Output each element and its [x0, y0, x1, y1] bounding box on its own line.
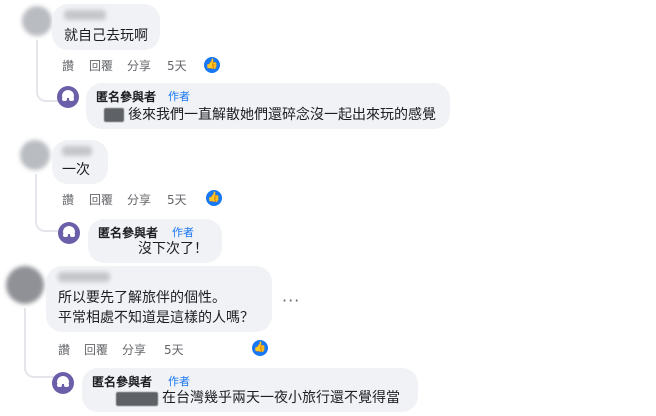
comment-bubble: 一次 [52, 140, 108, 184]
anonymous-avatar-icon[interactable] [52, 372, 74, 394]
reply-action[interactable]: 回覆 [89, 57, 113, 74]
reply-bubble: 匿名參與者 作者 在台灣幾乎兩天一夜小旅行還不覺得當 [82, 368, 418, 412]
comment-bubble: 就自己去玩啊 [52, 4, 160, 50]
reply-bubble: 匿名參與者 作者 沒下次了！ [88, 219, 222, 263]
reply-author-name[interactable]: 匿名參與者 [96, 88, 156, 105]
commenter-avatar[interactable] [22, 6, 52, 36]
author-badge: 作者 [172, 226, 194, 239]
commenter-avatar[interactable] [6, 266, 44, 304]
comment-text: 就自己去玩啊 [64, 28, 148, 44]
thumbs-up-icon[interactable]: 👍 [204, 57, 220, 73]
timestamp[interactable]: 5天 [167, 57, 187, 74]
commenter-name-redacted[interactable] [58, 272, 110, 282]
timestamp[interactable]: 5天 [164, 341, 184, 358]
author-badge: 作者 [168, 90, 190, 103]
like-action[interactable]: 讚 [62, 191, 74, 208]
reply-text: 沒下次了！ [138, 241, 208, 257]
like-action[interactable]: 讚 [62, 57, 74, 74]
thread-connector [35, 210, 59, 232]
reply-bubble: 匿名參與者 作者 後來我們一直解散她們還碎念沒一起出來玩的感覺 [86, 83, 450, 129]
thread-connector [36, 80, 58, 102]
reply-action[interactable]: 回覆 [89, 191, 113, 208]
thumbs-up-icon[interactable]: 👍 [252, 340, 268, 356]
anonymous-avatar-icon[interactable] [57, 86, 79, 108]
reply-text: 在台灣幾乎兩天一夜小旅行還不覺得當 [162, 390, 400, 406]
commenter-avatar[interactable] [20, 140, 50, 170]
author-badge: 作者 [168, 375, 190, 388]
comment-text-line1: 所以要先了解旅伴的個性。 [58, 290, 226, 306]
reply-action[interactable]: 回覆 [84, 341, 108, 358]
like-action[interactable]: 讚 [58, 341, 70, 358]
reply-text: 後來我們一直解散她們還碎念沒一起出來玩的感覺 [128, 107, 436, 123]
commenter-name-redacted[interactable] [62, 146, 92, 156]
comment-bubble: 所以要先了解旅伴的個性。 平常相處不知道是這樣的人嗎？ [46, 266, 272, 332]
comment-text: 一次 [62, 162, 90, 178]
reply-author-name[interactable]: 匿名參與者 [92, 373, 152, 390]
thread-connector [24, 356, 56, 378]
redacted-text [116, 392, 158, 406]
share-action[interactable]: 分享 [127, 57, 151, 74]
timestamp[interactable]: 5天 [167, 191, 187, 208]
redacted-text [104, 108, 124, 122]
more-options-icon[interactable]: ··· [282, 291, 300, 310]
thumbs-up-icon[interactable]: 👍 [206, 190, 222, 206]
share-action[interactable]: 分享 [122, 341, 146, 358]
anonymous-avatar-icon[interactable] [58, 222, 80, 244]
commenter-name-redacted[interactable] [64, 10, 106, 20]
share-action[interactable]: 分享 [127, 191, 151, 208]
comment-text-line2: 平常相處不知道是這樣的人嗎？ [58, 310, 254, 326]
